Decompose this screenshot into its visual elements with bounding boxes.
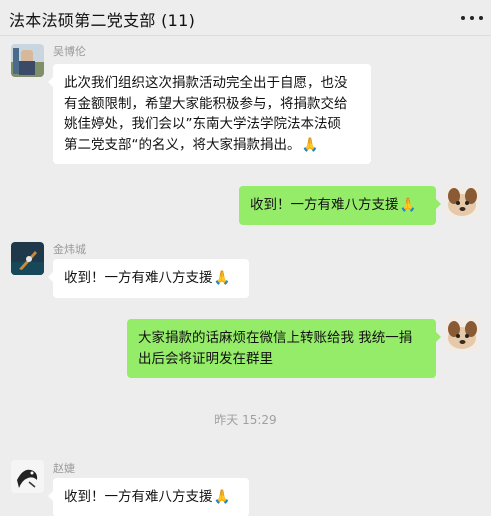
more-dot bbox=[479, 16, 483, 20]
sender-name: 吴博伦 bbox=[53, 45, 86, 58]
message-list[interactable]: 吴博伦 此次我们组织这次捐款活动完全出于自愿，也没 有金额限制，希望大家能积极参… bbox=[0, 37, 491, 516]
message-text: 收到！一方有难八方支援 bbox=[250, 197, 399, 213]
pray-emoji-icon: 🙏 bbox=[213, 270, 231, 286]
sender-name: 金炜城 bbox=[53, 243, 86, 256]
avatar-self[interactable] bbox=[446, 318, 479, 351]
message-text: 收到！一方有难八方支援 bbox=[64, 270, 213, 286]
sender-name: 赵婕 bbox=[53, 462, 75, 475]
message-bubble[interactable]: 收到！一方有难八方支援🙏 bbox=[48, 259, 249, 298]
avatar-jin[interactable] bbox=[11, 242, 44, 275]
message-bubble[interactable]: 收到！一方有难八方支援🙏 bbox=[48, 478, 249, 516]
message-text: 收到！一方有难八方支援 bbox=[64, 489, 213, 505]
pray-emoji-icon: 🙏 bbox=[301, 136, 319, 153]
avatar-self[interactable] bbox=[446, 185, 479, 218]
more-options-icon[interactable] bbox=[461, 10, 483, 26]
message-timestamp: 昨天 15:29 bbox=[214, 413, 277, 427]
more-dot bbox=[470, 16, 474, 20]
pray-emoji-icon: 🙏 bbox=[399, 197, 417, 213]
avatar-wu[interactable] bbox=[11, 44, 44, 77]
chat-title: 法本法硕第二党支部 (11) bbox=[9, 11, 196, 30]
message-bubble-self[interactable]: 大家捐款的话麻烦在微信上转账给我 我统一捐 出后会将证明发在群里 bbox=[127, 319, 441, 378]
pray-emoji-icon: 🙏 bbox=[213, 489, 231, 505]
message-bubble-self[interactable]: 收到！一方有难八方支援🙏 bbox=[239, 186, 441, 225]
message-bubble[interactable]: 此次我们组织这次捐款活动完全出于自愿，也没 有金额限制，希望大家能积极参与，将捐… bbox=[48, 64, 371, 164]
chat-header: 法本法硕第二党支部 (11) bbox=[0, 0, 491, 36]
more-dot bbox=[461, 16, 465, 20]
message-text: 大家捐款的话麻烦在微信上转账给我 我统一捐 出后会将证明发在群里 bbox=[138, 330, 413, 367]
avatar-zhao[interactable] bbox=[11, 460, 44, 493]
